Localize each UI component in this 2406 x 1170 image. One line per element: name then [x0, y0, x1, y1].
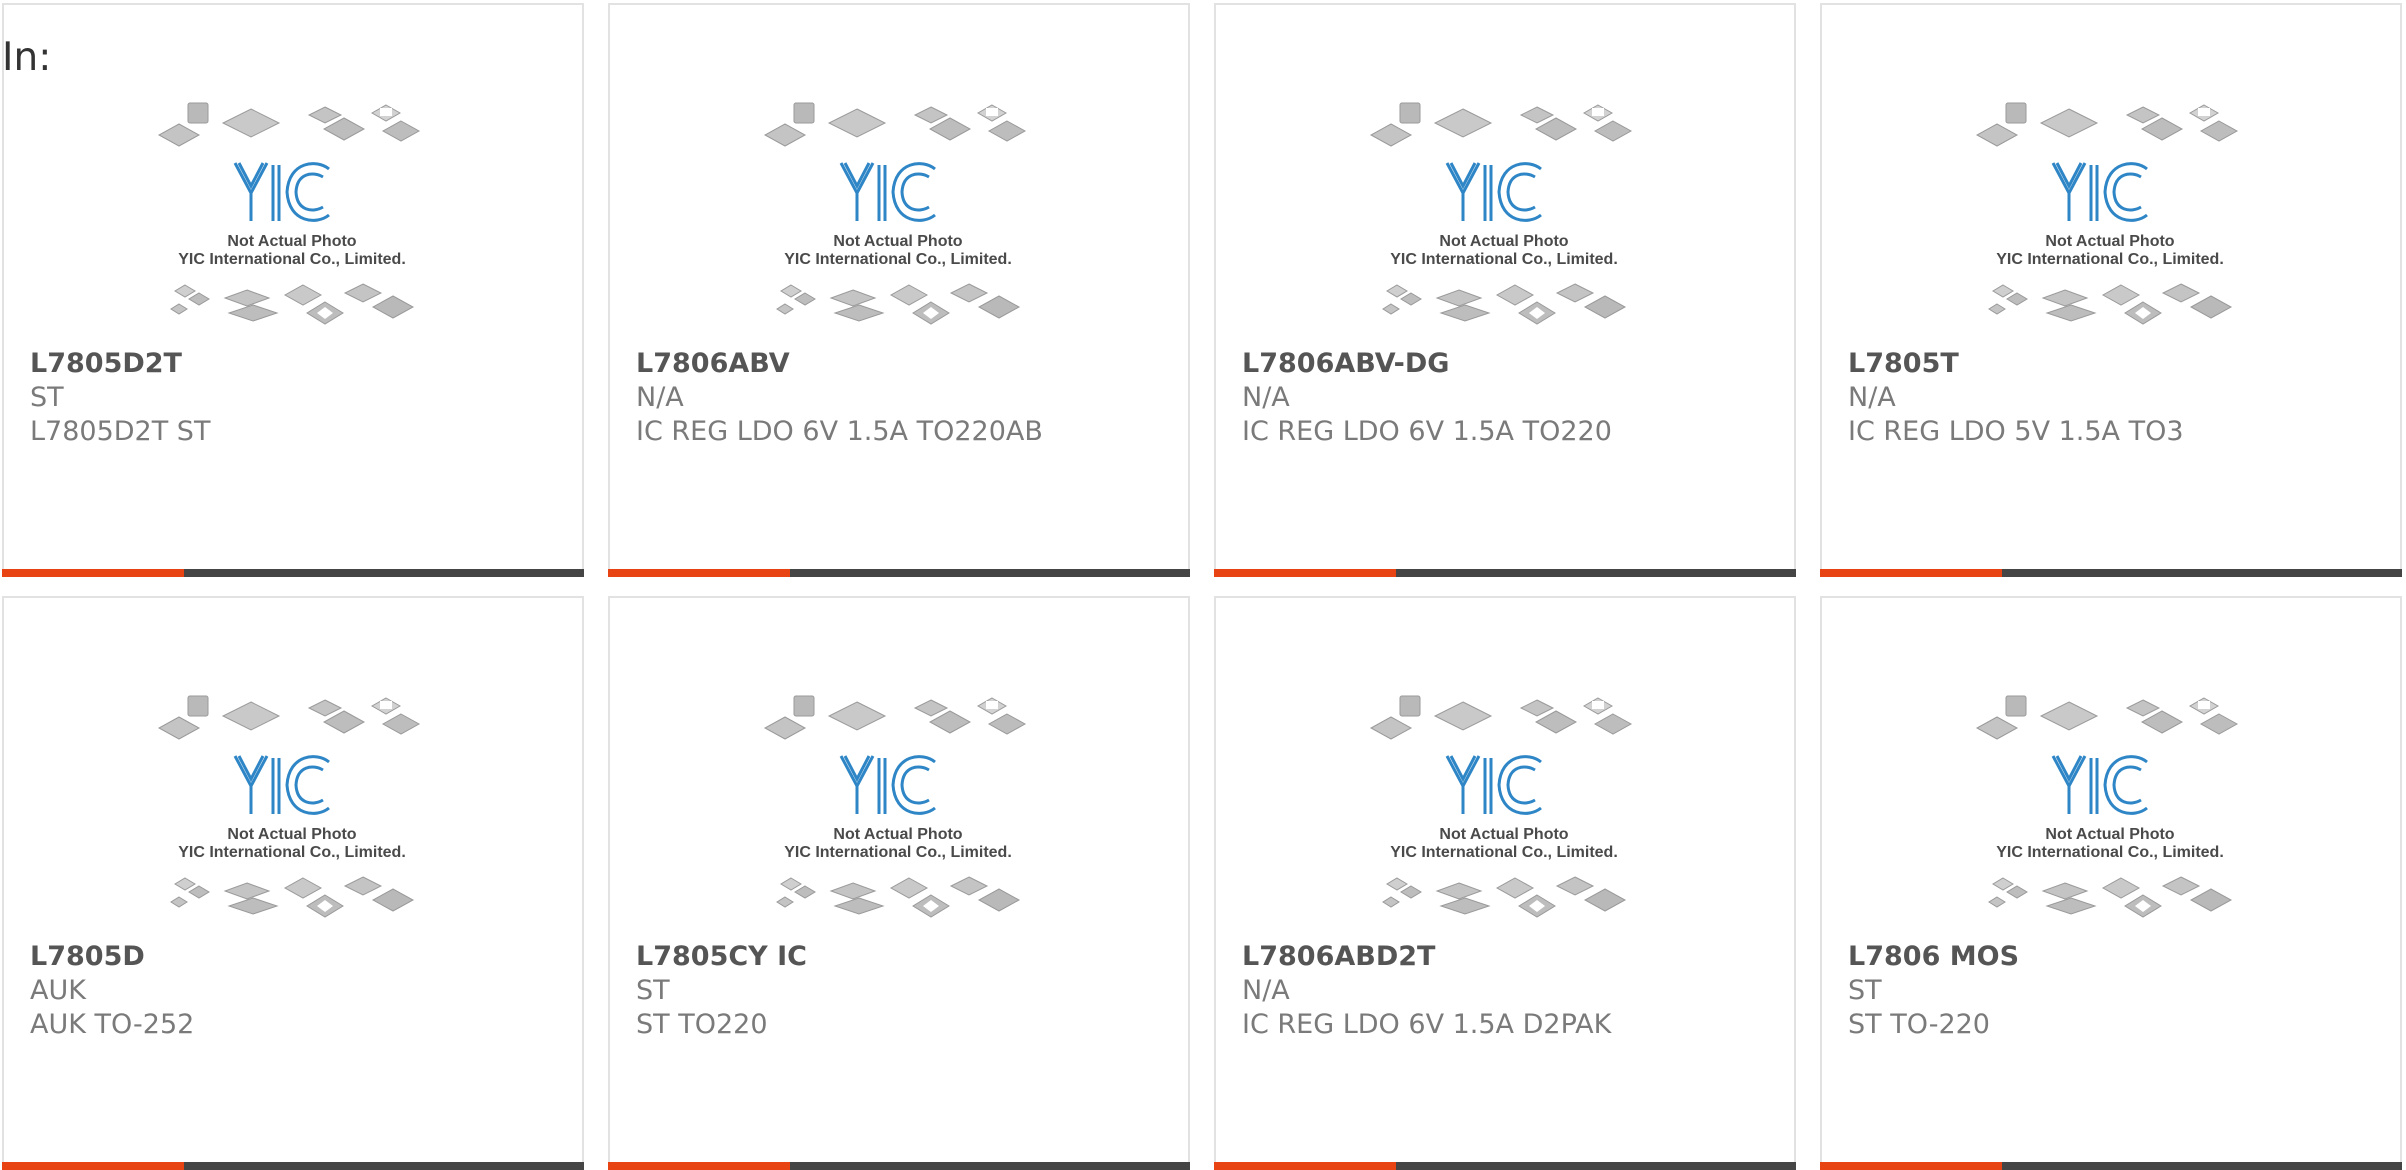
product-image[interactable]: Not Actual Photo YIC International Co., L…	[1369, 686, 1639, 932]
product-info: L7805CY IC ST ST TO220	[636, 940, 1178, 1042]
part-number[interactable]: L7806ABV	[636, 347, 1178, 381]
product-card[interactable]: Not Actual Photo YIC International Co., L…	[1214, 3, 1796, 577]
card-accent-bar	[608, 569, 790, 577]
product-info: L7805T N/A IC REG LDO 5V 1.5A TO3	[1848, 347, 2390, 449]
card-bottom-bar	[2, 1162, 584, 1170]
product-placeholder-graphic: Not Actual PhotoYIC International Co., L…	[1369, 102, 1633, 325]
product-card[interactable]: Not Actual Photo YIC International Co., L…	[608, 3, 1190, 577]
description: IC REG LDO 6V 1.5A D2PAK	[1242, 1009, 1612, 1040]
svg-text:Not Actual Photo: Not Actual Photo	[2045, 233, 2174, 250]
product-info: L7806 MOS ST ST TO-220	[1848, 940, 2390, 1042]
svg-text:YIC International Co., Limited: YIC International Co., Limited.	[1390, 251, 1618, 268]
product-card[interactable]: Not Actual Photo YIC International Co., L…	[2, 596, 584, 1170]
card-accent-bar	[1214, 569, 1396, 577]
product-info: L7806ABD2T N/A IC REG LDO 6V 1.5A D2PAK	[1242, 940, 1784, 1042]
product-placeholder-graphic: Not Actual PhotoYIC International Co., L…	[157, 102, 421, 325]
card-accent-bar	[1820, 569, 2002, 577]
product-placeholder-graphic: Not Actual PhotoYIC International Co., L…	[763, 695, 1027, 918]
manufacturer: ST	[1848, 975, 1882, 1006]
product-image[interactable]: Not Actual Photo YIC International Co., L…	[1975, 93, 2245, 339]
svg-text:YIC International Co., Limited: YIC International Co., Limited.	[784, 251, 1012, 268]
description: ST TO220	[636, 1009, 768, 1040]
manufacturer: AUK	[30, 975, 86, 1006]
description: IC REG LDO 6V 1.5A TO220	[1242, 416, 1612, 447]
product-info: L7806ABV N/A IC REG LDO 6V 1.5A TO220AB	[636, 347, 1178, 449]
description: AUK TO-252	[30, 1009, 195, 1040]
product-image[interactable]: Not Actual Photo YIC International Co., L…	[763, 93, 1033, 339]
svg-text:Not Actual Photo: Not Actual Photo	[1439, 826, 1568, 843]
description: ST TO-220	[1848, 1009, 1990, 1040]
manufacturer: N/A	[636, 382, 684, 413]
manufacturer: N/A	[1242, 975, 1290, 1006]
product-card[interactable]: Not Actual Photo YIC International Co., L…	[2, 3, 584, 577]
card-bottom-bar	[608, 1162, 1190, 1170]
product-placeholder-graphic: Not Actual PhotoYIC International Co., L…	[1975, 695, 2239, 918]
card-accent-bar	[2, 1162, 184, 1170]
svg-text:YIC International Co., Limited: YIC International Co., Limited.	[1996, 844, 2224, 861]
product-placeholder-graphic: Not Actual PhotoYIC International Co., L…	[157, 695, 421, 918]
product-placeholder-graphic: Not Actual PhotoYIC International Co., L…	[1369, 695, 1633, 918]
product-card[interactable]: Not Actual Photo YIC International Co., L…	[608, 596, 1190, 1170]
product-info: L7805D2T ST L7805D2T ST	[30, 347, 572, 449]
product-card[interactable]: Not Actual Photo YIC International Co., L…	[1820, 596, 2402, 1170]
svg-text:YIC International Co., Limited: YIC International Co., Limited.	[178, 251, 406, 268]
svg-text:YIC International Co., Limited: YIC International Co., Limited.	[1390, 844, 1618, 861]
card-bottom-bar	[1214, 1162, 1796, 1170]
svg-text:Not Actual Photo: Not Actual Photo	[227, 826, 356, 843]
product-info: L7806ABV-DG N/A IC REG LDO 6V 1.5A TO220	[1242, 347, 1784, 449]
card-accent-bar	[1214, 1162, 1396, 1170]
manufacturer: N/A	[1242, 382, 1290, 413]
page-label: In:	[2, 35, 52, 80]
part-number[interactable]: L7806 MOS	[1848, 940, 2390, 974]
svg-text:YIC International Co., Limited: YIC International Co., Limited.	[784, 844, 1012, 861]
product-image[interactable]: Not Actual Photo YIC International Co., L…	[1369, 93, 1639, 339]
product-image[interactable]: Not Actual Photo YIC International Co., L…	[157, 686, 427, 932]
svg-text:Not Actual Photo: Not Actual Photo	[833, 233, 962, 250]
product-placeholder-graphic: Not Actual PhotoYIC International Co., L…	[1975, 102, 2239, 325]
card-bottom-bar	[2, 569, 584, 577]
product-image[interactable]: Not Actual Photo YIC International Co., L…	[157, 93, 427, 339]
manufacturer: N/A	[1848, 382, 1896, 413]
part-number[interactable]: L7805D	[30, 940, 572, 974]
product-image[interactable]: Not Actual Photo YIC International Co., L…	[1975, 686, 2245, 932]
card-accent-bar	[608, 1162, 790, 1170]
product-info: L7805D AUK AUK TO-252	[30, 940, 572, 1042]
part-number[interactable]: L7806ABV-DG	[1242, 347, 1784, 381]
product-grid: Not Actual Photo YIC International Co., L…	[2, 3, 2406, 1170]
part-number[interactable]: L7805T	[1848, 347, 2390, 381]
card-bottom-bar	[1214, 569, 1796, 577]
part-number[interactable]: L7806ABD2T	[1242, 940, 1784, 974]
manufacturer: ST	[636, 975, 670, 1006]
part-number[interactable]: L7805CY IC	[636, 940, 1178, 974]
description: L7805D2T ST	[30, 416, 211, 447]
card-accent-bar	[1820, 1162, 2002, 1170]
description: IC REG LDO 5V 1.5A TO3	[1848, 416, 2184, 447]
svg-text:Not Actual Photo: Not Actual Photo	[227, 233, 356, 250]
svg-text:Not Actual Photo: Not Actual Photo	[833, 826, 962, 843]
card-bottom-bar	[1820, 1162, 2402, 1170]
part-number[interactable]: L7805D2T	[30, 347, 572, 381]
card-bottom-bar	[608, 569, 1190, 577]
manufacturer: ST	[30, 382, 64, 413]
svg-text:YIC International Co., Limited: YIC International Co., Limited.	[178, 844, 406, 861]
svg-text:Not Actual Photo: Not Actual Photo	[2045, 826, 2174, 843]
svg-text:YIC International Co., Limited: YIC International Co., Limited.	[1996, 251, 2224, 268]
card-bottom-bar	[1820, 569, 2402, 577]
description: IC REG LDO 6V 1.5A TO220AB	[636, 416, 1043, 447]
svg-text:Not Actual Photo: Not Actual Photo	[1439, 233, 1568, 250]
card-accent-bar	[2, 569, 184, 577]
product-image[interactable]: Not Actual Photo YIC International Co., L…	[763, 686, 1033, 932]
product-placeholder-graphic: Not Actual PhotoYIC International Co., L…	[763, 102, 1027, 325]
product-card[interactable]: Not Actual Photo YIC International Co., L…	[1214, 596, 1796, 1170]
product-card[interactable]: Not Actual Photo YIC International Co., L…	[1820, 3, 2402, 577]
